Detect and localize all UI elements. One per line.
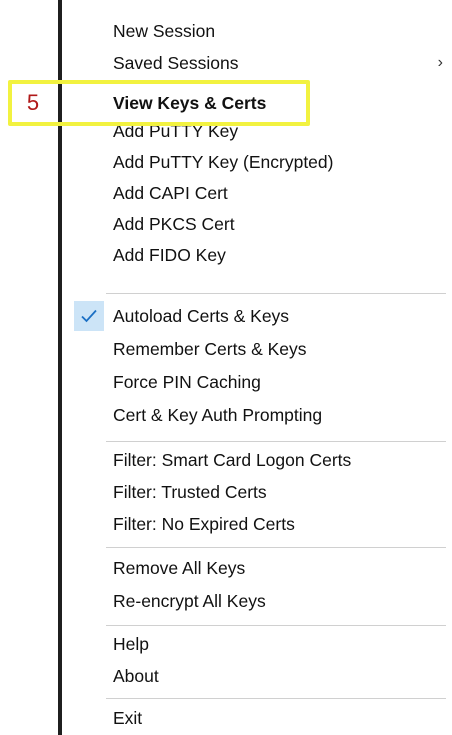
chevron-right-icon: › bbox=[437, 54, 443, 71]
check-icon bbox=[81, 309, 97, 323]
menu-item-help[interactable]: Help bbox=[62, 628, 447, 660]
menu-item-label: Remove All Keys bbox=[113, 558, 246, 578]
check-background bbox=[74, 301, 104, 331]
menu-item-label: Force PIN Caching bbox=[113, 372, 261, 392]
menu-item-label: Filter: Trusted Certs bbox=[113, 482, 267, 502]
menu-separator bbox=[106, 698, 446, 699]
menu-item-label: Add PKCS Cert bbox=[113, 214, 235, 234]
menu-separator bbox=[106, 293, 446, 294]
menu-item-reencrypt-all-keys[interactable]: Re-encrypt All Keys bbox=[62, 585, 447, 617]
menu-item-add-fido-key[interactable]: Add FIDO Key bbox=[62, 239, 447, 271]
menu-item-filter-trusted[interactable]: Filter: Trusted Certs bbox=[62, 476, 447, 508]
menu-item-label: About bbox=[113, 666, 159, 686]
menu-item-force-pin-caching[interactable]: Force PIN Caching bbox=[62, 366, 447, 398]
menu-item-label: Re-encrypt All Keys bbox=[113, 591, 266, 611]
menu-item-label: Filter: Smart Card Logon Certs bbox=[113, 450, 352, 470]
menu-item-saved-sessions[interactable]: Saved Sessions › bbox=[62, 47, 447, 79]
menu-item-label: Autoload Certs & Keys bbox=[113, 306, 290, 326]
menu-item-label: Exit bbox=[113, 708, 143, 728]
menu-item-new-session[interactable]: New Session bbox=[62, 15, 447, 47]
menu-separator bbox=[106, 625, 446, 626]
menu-item-label: Cert & Key Auth Prompting bbox=[113, 405, 323, 425]
menu-item-remember-certs-keys[interactable]: Remember Certs & Keys bbox=[62, 333, 447, 365]
menu-item-filter-no-expired[interactable]: Filter: No Expired Certs bbox=[62, 508, 447, 540]
menu-item-label: Add PuTTY Key (Encrypted) bbox=[113, 152, 334, 172]
menu-item-label: Filter: No Expired Certs bbox=[113, 514, 295, 534]
menu-item-filter-smart-card[interactable]: Filter: Smart Card Logon Certs bbox=[62, 444, 447, 476]
menu-item-label: New Session bbox=[113, 21, 216, 41]
menu-separator bbox=[106, 547, 446, 548]
menu-item-label: Add CAPI Cert bbox=[113, 183, 228, 203]
menu-separator bbox=[106, 441, 446, 442]
menu-item-label: Saved Sessions bbox=[113, 53, 239, 73]
context-menu-screenshot: New Session Saved Sessions › View Keys &… bbox=[0, 0, 452, 735]
menu-item-add-pkcs-cert[interactable]: Add PKCS Cert bbox=[62, 208, 447, 240]
menu-item-remove-all-keys[interactable]: Remove All Keys bbox=[62, 552, 447, 584]
menu-item-label: Help bbox=[113, 634, 149, 654]
menu-item-autoload-certs-keys[interactable]: Autoload Certs & Keys bbox=[62, 300, 447, 332]
menu-item-label: Remember Certs & Keys bbox=[113, 339, 307, 359]
menu-item-exit[interactable]: Exit bbox=[62, 702, 447, 734]
step-number-badge: 5 bbox=[26, 90, 40, 115]
menu-item-add-capi-cert[interactable]: Add CAPI Cert bbox=[62, 177, 447, 209]
menu-item-cert-key-auth-prompting[interactable]: Cert & Key Auth Prompting bbox=[62, 399, 447, 431]
menu-item-add-putty-key-encrypted[interactable]: Add PuTTY Key (Encrypted) bbox=[62, 146, 447, 178]
menu-item-about[interactable]: About bbox=[62, 660, 447, 692]
menu-item-label: Add FIDO Key bbox=[113, 245, 226, 265]
